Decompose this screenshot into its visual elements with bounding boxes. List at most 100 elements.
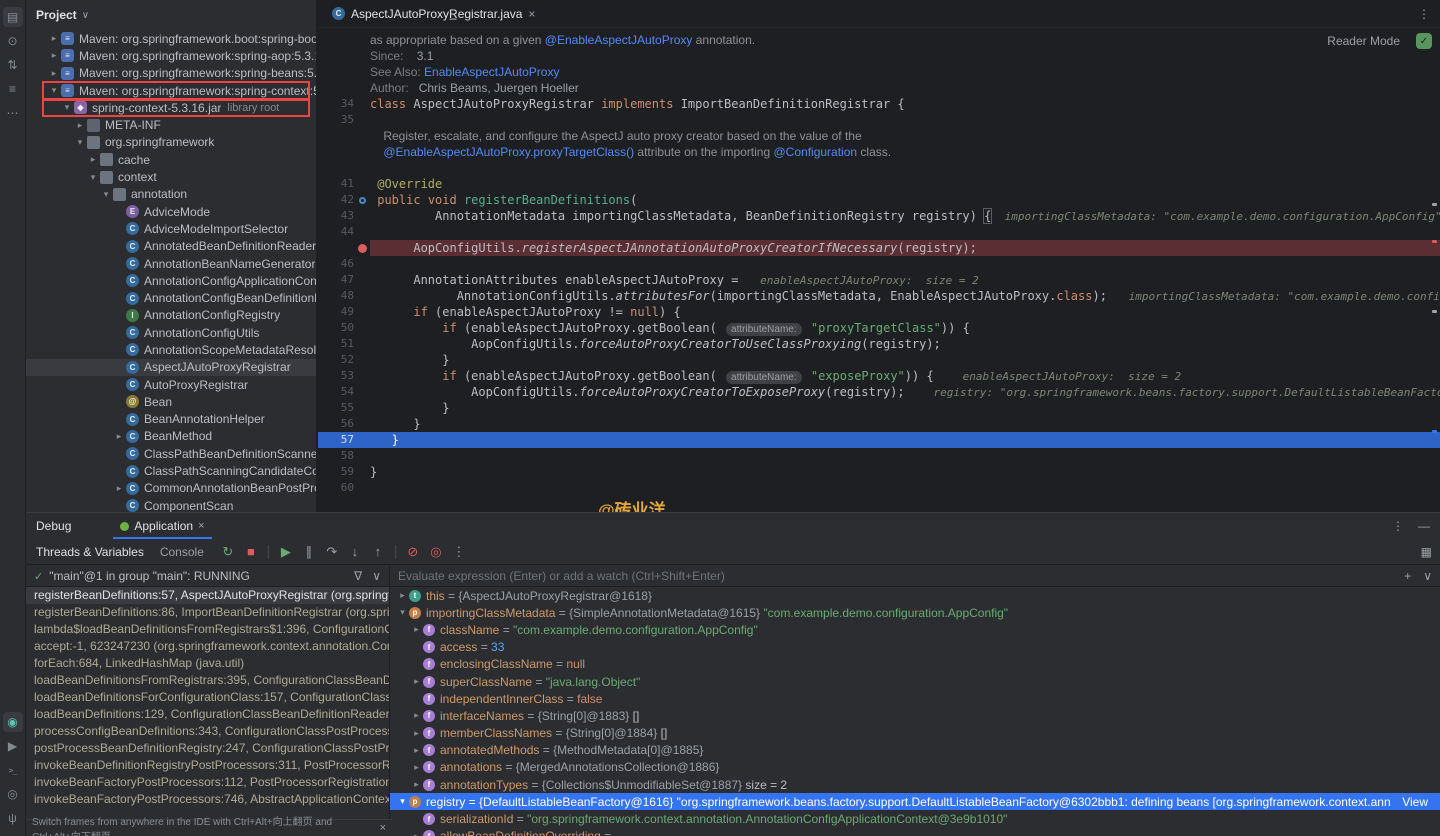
gutter-line-number[interactable]: 54: [318, 384, 354, 400]
gutter-line-number[interactable]: 35: [318, 112, 354, 128]
code-line[interactable]: 46: [318, 256, 1440, 272]
variable-chevron-icon[interactable]: ▸: [410, 831, 423, 836]
debug-tab-close-icon[interactable]: ×: [198, 520, 204, 532]
gutter-line-number[interactable]: 58: [318, 448, 354, 464]
variable-chevron-icon[interactable]: ▸: [410, 728, 423, 739]
stack-frame[interactable]: postProcessBeanDefinitionRegistry:247, C…: [26, 740, 389, 757]
variable-row[interactable]: ▸f allowBeanDefinitionOverriding =: [390, 828, 1440, 836]
stack-frame[interactable]: processConfigBeanDefinitions:343, Config…: [26, 723, 389, 740]
resume-icon[interactable]: ▶: [278, 544, 294, 560]
inspections-ok-icon[interactable]: ✓: [1416, 33, 1432, 49]
code-line[interactable]: 55 }: [318, 400, 1440, 416]
rendered-doc-line[interactable]: Register, escalate, and configure the As…: [318, 128, 1440, 144]
gutter-line-number[interactable]: [318, 48, 354, 64]
code-line[interactable]: 50 if (enableAspectJAutoProxy.getBoolean…: [318, 320, 1440, 336]
tab-threads-variables[interactable]: Threads & Variables: [36, 545, 144, 559]
filter-frames-icon[interactable]: ∇: [354, 569, 362, 583]
reader-mode-toggle[interactable]: Reader Mode: [1327, 34, 1400, 48]
tree-item[interactable]: I AnnotationConfigRegistry: [26, 307, 316, 324]
tree-item[interactable]: ▾ org.springframework: [26, 134, 316, 151]
variable-chevron-icon[interactable]: ▸: [410, 779, 423, 790]
tree-item[interactable]: C AspectJAutoProxyRegistrar: [26, 358, 316, 376]
hide-panel-icon[interactable]: —: [1418, 519, 1430, 533]
tree-item[interactable]: ▾ ≡ Maven: org.springframework:spring-cont…: [26, 82, 316, 99]
thread-dropdown-icon[interactable]: ∨: [372, 569, 381, 583]
code-line[interactable]: 53 if (enableAspectJAutoProxy.getBoolean…: [318, 368, 1440, 384]
variable-row[interactable]: ▾ p importingClassMetadata = {SimpleAnnota…: [390, 604, 1440, 621]
step-into-icon[interactable]: ↓: [347, 544, 363, 559]
code-line[interactable]: 34 class AspectJAutoProxyRegistrar implem…: [318, 96, 1440, 112]
stack-frame[interactable]: loadBeanDefinitionsForConfigurationClass…: [26, 689, 389, 706]
tree-item[interactable]: C ClassPathBeanDefinitionScanner: [26, 445, 316, 462]
tabbar-more-icon[interactable]: ⋮: [1418, 7, 1430, 21]
variable-chevron-icon[interactable]: ▸: [410, 762, 423, 773]
rendered-doc-line[interactable]: as appropriate based on a given @EnableA…: [318, 32, 1440, 48]
code-line[interactable]: 59}: [318, 464, 1440, 480]
pull-requests-tool-icon[interactable]: ⇅: [3, 55, 23, 75]
tree-chevron-icon[interactable]: ▸: [47, 68, 61, 79]
breakpoint-icon[interactable]: [357, 243, 367, 253]
method-marker-icon[interactable]: [358, 196, 366, 204]
tree-item[interactable]: C AnnotationConfigBeanDefinitionParser: [26, 289, 316, 306]
gutter-line-number[interactable]: 55: [318, 400, 354, 416]
variable-chevron-icon[interactable]: ▸: [410, 624, 423, 635]
tree-item[interactable]: ▸ C BeanMethod: [26, 428, 316, 445]
variable-chevron-icon[interactable]: ▸: [410, 710, 423, 721]
variable-chevron-icon[interactable]: ▸: [410, 745, 423, 756]
stack-frame[interactable]: invokeBeanFactoryPostProcessors:112, Pos…: [26, 774, 389, 791]
gutter-line-number[interactable]: 44: [318, 224, 354, 240]
stack-frame[interactable]: loadBeanDefinitions:129, ConfigurationCl…: [26, 706, 389, 723]
tree-item[interactable]: ▾ ◆ spring-context-5.3.16.jar library root: [26, 99, 316, 116]
code-line[interactable]: 49 if (enableAspectJAutoProxy != null) {: [318, 304, 1440, 320]
project-panel-header[interactable]: Project ∨: [26, 0, 316, 30]
debug-more-icon[interactable]: ⋮: [1392, 519, 1404, 533]
stack-frame[interactable]: accept:-1, 623247230 (org.springframewor…: [26, 638, 389, 655]
debug-tab-application[interactable]: Application ×: [113, 513, 212, 539]
code-line[interactable]: 44: [318, 224, 1440, 240]
variable-chevron-icon[interactable]: ▾: [396, 607, 409, 618]
gutter-line-number[interactable]: 49: [318, 304, 354, 320]
tree-chevron-icon[interactable]: ▸: [86, 154, 100, 165]
step-out-icon[interactable]: ↑: [370, 544, 386, 559]
editor-tab-aspectjautoproxyregistrar[interactable]: C AspectJAutoProxyR̲egistrar.java ×: [322, 0, 545, 28]
tree-chevron-icon[interactable]: ▾: [73, 137, 87, 148]
variable-chevron-icon[interactable]: ▸: [396, 590, 409, 601]
tree-chevron-icon[interactable]: ▾: [99, 189, 113, 200]
pause-icon[interactable]: ∥: [301, 544, 317, 560]
tree-item[interactable]: C BeanAnnotationHelper: [26, 411, 316, 428]
variable-chevron-icon[interactable]: ▸: [410, 676, 423, 687]
tree-chevron-icon[interactable]: ▾: [47, 85, 61, 96]
stack-frame[interactable]: registerBeanDefinitions:86, ImportBeanDe…: [26, 604, 389, 621]
code-line[interactable]: AopConfigUtils.registerAspectJAnnotation…: [318, 240, 1440, 256]
code-line[interactable]: [318, 160, 1440, 176]
gutter-line-number[interactable]: 52: [318, 352, 354, 368]
tree-item[interactable]: C ClassPathScanningCandidateCompone: [26, 462, 316, 479]
tab-console[interactable]: Console: [160, 545, 204, 559]
tree-item[interactable]: ▸ ≡ Maven: org.springframework:spring-bean…: [26, 65, 316, 82]
variable-row[interactable]: ▸ f memberClassNames = {String[0]@1884} []: [390, 725, 1440, 742]
code-area[interactable]: as appropriate based on a given @EnableA…: [318, 28, 1440, 512]
tree-item[interactable]: C AdviceModeImportSelector: [26, 220, 316, 237]
stack-frame[interactable]: registerBeanDefinitions:57, AspectJAutoP…: [26, 587, 389, 604]
gutter-line-number[interactable]: 43: [318, 208, 354, 224]
gutter-line-number[interactable]: [318, 144, 354, 160]
gutter-line-number[interactable]: 59: [318, 464, 354, 480]
evaluate-expression-input[interactable]: Evaluate expression (Enter) or add a wat…: [390, 566, 1440, 587]
tree-item[interactable]: ▸ cache: [26, 151, 316, 168]
tree-item[interactable]: ▸ ≡ Maven: org.springframework:spring-aop:…: [26, 47, 316, 64]
gutter-line-number[interactable]: 53: [318, 368, 354, 384]
gutter-line-number[interactable]: [318, 128, 354, 144]
gutter-line-number[interactable]: 42: [318, 192, 354, 208]
code-line[interactable]: 56 }: [318, 416, 1440, 432]
tree-item[interactable]: ▾ context: [26, 168, 316, 185]
variable-row[interactable]: ▾ p registry = {DefaultListableBeanFactory…: [390, 793, 1440, 811]
tree-chevron-icon[interactable]: ▸: [73, 120, 87, 131]
gutter-line-number[interactable]: 60: [318, 480, 354, 496]
gutter-line-number[interactable]: 57: [318, 432, 354, 448]
step-over-icon[interactable]: ↷: [324, 544, 340, 560]
gutter-line-number[interactable]: [318, 32, 354, 48]
variable-row[interactable]: f independentInnerClass = false: [390, 690, 1440, 707]
tree-item[interactable]: @ Bean: [26, 393, 316, 410]
rendered-doc-line[interactable]: @EnableAspectJAutoProxy.proxyTargetClass…: [318, 144, 1440, 160]
tab-close-icon[interactable]: ×: [528, 7, 535, 21]
